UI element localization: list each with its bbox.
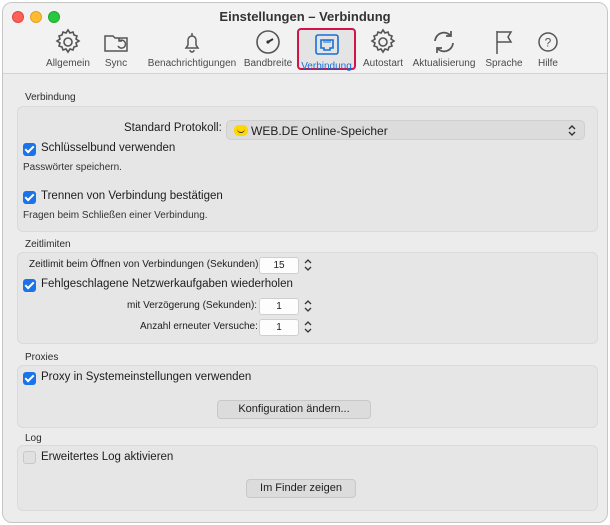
keychain-checkbox[interactable] (23, 143, 36, 156)
tab-label: Bandbreite (243, 58, 293, 69)
extended-log-checkbox[interactable] (23, 451, 36, 464)
help-icon: ? (538, 32, 558, 52)
tab-allgemein[interactable]: Allgemein (43, 27, 93, 71)
preferences-toolbar: Allgemein Sync Benachrichtigungen Bandbr… (3, 27, 607, 72)
svg-text:?: ? (545, 36, 552, 50)
change-configuration-button[interactable]: Konfiguration ändern... (217, 400, 371, 419)
gear-icon (55, 28, 81, 54)
webde-logo-icon (234, 125, 248, 136)
section-title-proxies: Proxies (25, 352, 59, 363)
tab-hilfe[interactable]: ? Hilfe (533, 27, 563, 71)
tab-label: Verbindung (301, 61, 352, 72)
confirm-disconnect-checkbox[interactable] (23, 191, 36, 204)
system-proxy-checkbox[interactable] (23, 372, 36, 385)
tab-benachrichtigungen[interactable]: Benachrichtigungen (145, 27, 239, 71)
tab-autostart[interactable]: Autostart (361, 27, 405, 71)
keychain-label: Schlüsselbund verwenden (41, 142, 176, 154)
retry-checkbox[interactable] (23, 279, 36, 292)
tab-label: Hilfe (537, 58, 558, 69)
chevron-up-down-icon (568, 125, 576, 136)
timeout-input[interactable]: 15 (259, 257, 299, 274)
flag-icon (496, 31, 513, 54)
ethernet-port-icon (314, 34, 339, 55)
attempts-stepper[interactable] (302, 318, 314, 336)
timeout-label: Zeitlimit beim Öffnen von Verbindungen (… (29, 259, 262, 270)
extended-log-label: Erweitertes Log aktivieren (41, 451, 174, 463)
preferences-window: Einstellungen – Verbindung Allgemein Syn… (2, 2, 608, 523)
attempts-label: Anzahl erneuter Versuche: (140, 321, 258, 332)
show-in-finder-button[interactable]: Im Finder zeigen (246, 479, 356, 498)
section-title-verbindung: Verbindung (25, 92, 76, 103)
gear-icon (370, 28, 396, 54)
delay-label: mit Verzögerung (Sekunden): (127, 300, 258, 311)
sync-folder-icon (104, 35, 128, 52)
system-proxy-label: Proxy in Systemeinstellungen verwenden (41, 371, 252, 383)
protocol-select-value: WEB.DE Online-Speicher (251, 124, 388, 138)
tab-label: Sync (104, 58, 128, 69)
retry-label: Fehlgeschlagene Netzwerkaufgaben wiederh… (41, 278, 293, 290)
section-title-zeitlimiten: Zeitlimiten (25, 239, 71, 250)
attempts-input[interactable]: 1 (259, 319, 299, 336)
tab-label: Allgemein (46, 58, 90, 69)
timeout-stepper[interactable] (302, 256, 314, 274)
tab-label: Benachrichtigungen (147, 58, 237, 69)
tab-aktualisierung[interactable]: Aktualisierung (410, 27, 478, 71)
delay-input[interactable]: 1 (259, 298, 299, 315)
delay-stepper[interactable] (302, 297, 314, 315)
title-bar: Einstellungen – Verbindung Allgemein Syn… (3, 3, 607, 74)
protocol-select[interactable]: WEB.DE Online-Speicher (226, 120, 585, 140)
tab-sprache[interactable]: Sprache (483, 27, 525, 71)
section-title-log: Log (25, 433, 42, 444)
confirm-disconnect-label: Trennen von Verbindung bestätigen (41, 190, 223, 202)
keychain-description: Passwörter speichern. (23, 162, 122, 173)
gauge-icon (256, 30, 280, 54)
window-title: Einstellungen – Verbindung (219, 9, 391, 24)
tab-label: Sprache (485, 58, 523, 69)
tab-label: Autostart (362, 58, 404, 69)
bell-icon (184, 33, 200, 53)
protocol-label: Standard Protokoll: (124, 122, 222, 134)
tab-sync[interactable]: Sync (99, 27, 133, 71)
confirm-disconnect-description: Fragen beim Schließen einer Verbindung. (23, 210, 208, 221)
tab-bandbreite[interactable]: Bandbreite (241, 27, 295, 71)
tab-label: Aktualisierung (412, 58, 476, 69)
tab-verbindung[interactable]: Verbindung (297, 28, 356, 72)
refresh-icon (434, 31, 454, 53)
